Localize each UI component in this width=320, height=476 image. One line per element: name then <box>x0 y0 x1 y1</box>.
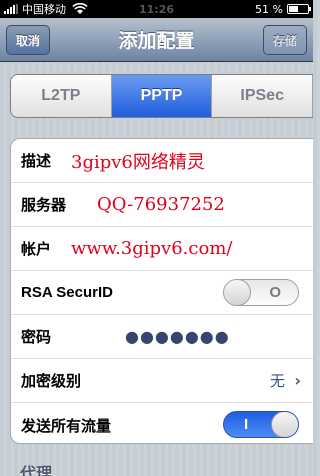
segment-l2tp[interactable]: L2TP <box>11 75 112 117</box>
clock: 11:26 <box>138 2 174 16</box>
toggle-on-text: I <box>244 416 249 433</box>
server-row[interactable]: 服务器 QQ-76937252 <box>11 183 313 227</box>
toggle-knob <box>224 280 251 305</box>
segment-ipsec[interactable]: IPSec <box>212 75 313 117</box>
description-row[interactable]: 描述 3gipv6网络精灵 <box>11 139 313 183</box>
server-field[interactable]: QQ-76937252 <box>97 194 225 215</box>
rsa-securid-toggle[interactable]: O <box>223 279 299 306</box>
account-field[interactable]: www.3gipv6.com/ <box>71 238 232 259</box>
chevron-right-icon: › <box>294 371 301 390</box>
save-button[interactable]: 存储 <box>262 25 307 55</box>
encryption-level-row[interactable]: 加密级别 无 › <box>11 359 313 403</box>
proxy-section-header: 代理 <box>20 464 53 476</box>
send-all-traffic-label: 发送所有流量 <box>21 416 112 435</box>
page-title: 添加配置 <box>118 30 195 52</box>
cancel-button[interactable]: 取消 <box>6 25 51 55</box>
rsa-securid-row: RSA SecurID O <box>11 271 313 315</box>
battery-icon <box>287 4 311 14</box>
encryption-level-label: 加密级别 <box>21 372 82 390</box>
toggle-knob <box>271 412 298 437</box>
vpn-config-form: 描述 3gipv6网络精灵 服务器 QQ-76937252 帐户 www.3gi… <box>10 138 313 444</box>
send-all-traffic-toggle[interactable]: I <box>223 411 299 438</box>
password-field[interactable]: ●●●●●●● <box>125 327 230 346</box>
description-label: 描述 <box>21 152 52 170</box>
description-field[interactable]: 3gipv6网络精灵 <box>71 148 205 174</box>
password-row[interactable]: 密码 ●●●●●●● <box>11 315 313 359</box>
navigation-bar: 取消 添加配置 存储 <box>0 18 313 62</box>
encryption-level-value: 无 <box>269 372 285 390</box>
account-label: 帐户 <box>21 240 52 258</box>
segment-pptp[interactable]: PPTP <box>111 75 213 117</box>
account-row[interactable]: 帐户 www.3gipv6.com/ <box>11 227 313 271</box>
status-bar: 中国移动 11:26 51 % <box>0 0 313 18</box>
vpn-type-segmented-control: L2TP PPTP IPSec <box>10 74 313 118</box>
password-label: 密码 <box>21 328 52 346</box>
toggle-off-text: O <box>269 284 281 301</box>
server-label: 服务器 <box>21 196 67 214</box>
send-all-traffic-row: 发送所有流量 I <box>11 403 313 443</box>
rsa-securid-label: RSA SecurID <box>21 284 113 301</box>
